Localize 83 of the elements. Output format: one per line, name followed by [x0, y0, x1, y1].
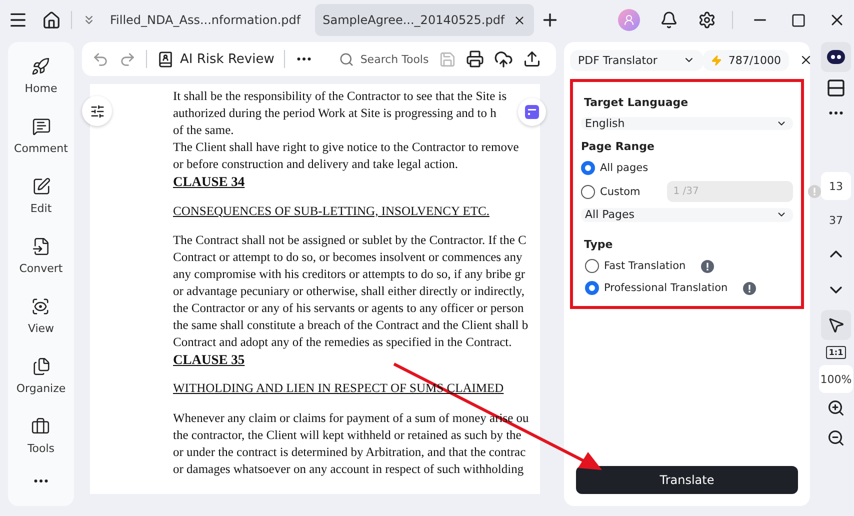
bell-icon[interactable] — [660, 11, 678, 29]
alert-icon — [742, 282, 756, 295]
credits-badge: 787/1000 — [703, 50, 790, 70]
cursor-button[interactable] — [821, 310, 851, 340]
actual-size-button[interactable]: 1:1 — [826, 346, 846, 359]
search-icon — [339, 52, 354, 66]
pages-select[interactable]: All Pages — [581, 208, 793, 222]
clause-title: CLAUSE 34 — [173, 173, 245, 191]
layout-icon[interactable] — [826, 78, 846, 98]
print-icon[interactable] — [466, 50, 484, 68]
text-line: authorized during the period Work at Site is progressing and to h — [173, 105, 496, 122]
filter-button[interactable] — [82, 96, 112, 126]
text-line: or under the contract is determined by Arbitration, and that the contrac — [173, 444, 526, 461]
current-page-number: 13 — [821, 172, 851, 200]
app-icon — [525, 105, 539, 119]
section-label: Page Range — [581, 140, 656, 154]
cloud-upload-icon[interactable] — [494, 50, 513, 68]
text-line: the contractor, the Client will kept withheld or retained as such by the — [173, 426, 522, 444]
undo-icon[interactable] — [92, 50, 109, 68]
total-pages: 37 — [828, 212, 844, 228]
text-line: Contract or attempt to do so, or becomes insolvent or commences any — [173, 248, 522, 266]
share-icon[interactable] — [522, 50, 541, 68]
sidebar-item[interactable]: Organize — [16, 348, 66, 403]
robot-icon — [827, 50, 845, 64]
text-line: the Contractor or any of his servants or agents to any officer or person — [173, 300, 524, 318]
sidebar-item[interactable]: Tools — [27, 408, 55, 463]
cursor-icon — [827, 316, 845, 334]
translate-button[interactable]: Translate — [576, 466, 798, 494]
language-select[interactable]: English — [581, 117, 793, 130]
section-label: Type — [583, 238, 614, 251]
text-line: Contract and adopt any of the remedies as specified in the Contract. — [173, 334, 512, 352]
radio-button[interactable] — [581, 184, 595, 199]
sidebar-item[interactable]: View — [28, 288, 54, 343]
radio-label[interactable]: Professional Translation — [604, 282, 728, 294]
assistant-button[interactable] — [821, 42, 851, 72]
text-line: or before construction and delivery and take legal action. — [173, 156, 458, 174]
convert-icon — [32, 236, 50, 256]
text-line: the same shall constitute a breach of the Contract and the Client shall b — [173, 317, 528, 334]
text-line: or advantage pecuniary or otherwise, shall either directly or indirectly, — [173, 282, 524, 300]
section-label: Target Language — [583, 96, 690, 109]
radio-button[interactable] — [581, 161, 595, 176]
radio-label[interactable]: Fast Translation — [604, 260, 686, 272]
rocket-icon — [31, 56, 50, 76]
zoom-out-icon[interactable] — [827, 429, 845, 447]
radio-button[interactable] — [585, 281, 599, 296]
text-line: It shall be the responsibility of the Contractor to see that the Site is — [173, 88, 507, 105]
close-icon[interactable] — [512, 14, 526, 26]
redo-icon[interactable] — [119, 50, 136, 68]
file-tab[interactable]: SampleAgree..._20140525.pdf — [314, 4, 534, 36]
clause-title: CLAUSE 35 — [173, 351, 245, 368]
text-line: The Contract shall not be assigned or sublet by the Contractor. If the C — [173, 232, 526, 249]
radio-label[interactable]: All pages — [600, 162, 648, 174]
eye-icon — [31, 296, 50, 316]
comment-icon — [32, 116, 50, 136]
text-line: any compromise with his creditors or attempts to do so, if any bribe gr — [173, 266, 526, 283]
text-line: of the same. — [173, 122, 234, 140]
text-line: or damages whatsoever on any account in respect of such withholding — [173, 460, 524, 478]
sidebar-item[interactable]: Convert — [19, 228, 63, 283]
radio-label[interactable]: Custom — [600, 186, 640, 198]
file-tab[interactable]: Filled_NDA_Ass...nformation.pdf — [102, 4, 309, 36]
briefcase-icon — [31, 416, 50, 436]
files-icon — [32, 356, 50, 376]
home-icon[interactable] — [42, 10, 61, 30]
zoom-level: 100% — [819, 365, 853, 393]
settings-icon[interactable] — [698, 11, 716, 29]
avatar-icon[interactable] — [618, 9, 640, 31]
maximize-icon[interactable] — [791, 12, 806, 28]
sidebar-item[interactable]: Home — [24, 48, 58, 103]
sidebar-item[interactable]: Comment — [14, 108, 68, 163]
lightning-icon — [711, 54, 722, 66]
zoom-in-icon[interactable] — [827, 399, 845, 417]
search-tools-button[interactable]: Search Tools — [339, 52, 429, 66]
section-heading: WITHOLDING AND LIEN IN RESPECT OF SUMS CLAIMED — [173, 380, 504, 398]
ai-risk-review-button[interactable]: AI Risk Review — [157, 50, 274, 68]
text-line: The Client shall have right to give notice to the Contractor to remove — [173, 139, 519, 156]
id-badge-icon — [157, 50, 174, 68]
sliders-icon — [90, 104, 104, 118]
section-heading: CONSEQUENCES OF SUB-LETTING, INSOLVENCY ETC. — [173, 202, 490, 220]
translator-dropdown[interactable]: PDF Translator — [570, 50, 704, 70]
radio-button[interactable] — [585, 259, 599, 274]
edit-icon — [32, 176, 50, 196]
sidebar-item[interactable]: Edit — [30, 168, 52, 223]
alert-icon — [700, 260, 714, 273]
